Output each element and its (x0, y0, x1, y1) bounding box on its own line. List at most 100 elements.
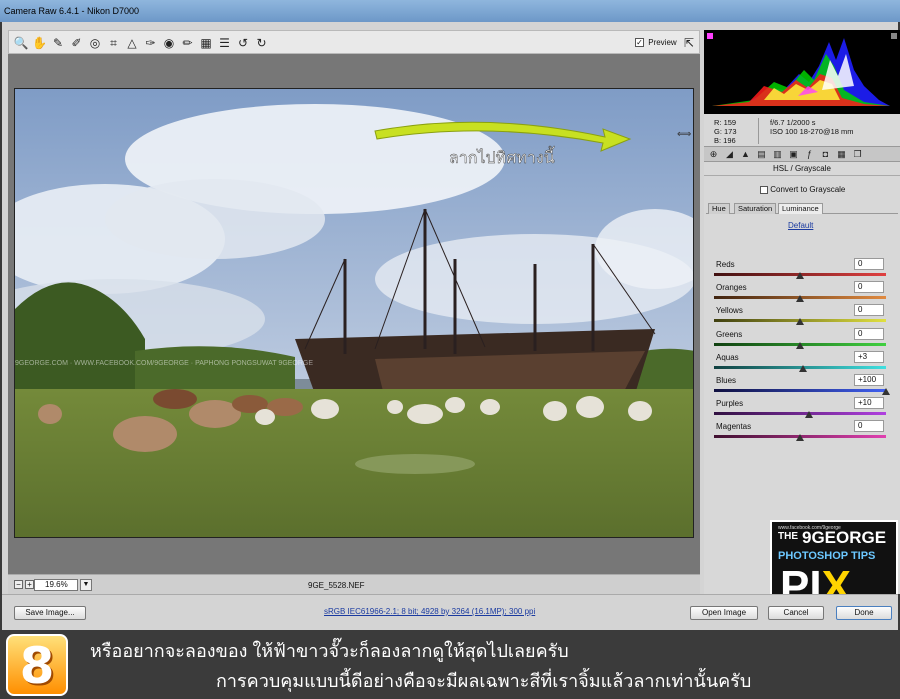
snapshots-tab-icon[interactable]: ❐ (852, 149, 863, 160)
rotate-left-icon[interactable]: ↺ (235, 35, 251, 51)
slider-value-field[interactable]: +3 (854, 350, 884, 363)
slider-yellows: Yellows 0 (714, 304, 890, 329)
slider-blues: Blues +100 (714, 374, 890, 399)
slider-thumb[interactable] (798, 364, 807, 372)
lens-corrections-tab-icon[interactable]: ▣ (788, 149, 799, 160)
preferences-icon[interactable]: ☰ (217, 35, 233, 51)
targeted-adjustment-tool-icon[interactable]: ◎ (87, 35, 103, 51)
red-eye-tool-icon[interactable]: ◉ (161, 35, 177, 51)
logo-name: 9GEORGE (802, 528, 887, 547)
blue-value: B: 196 (714, 136, 736, 145)
file-name: 9GE_5528.NEF (308, 581, 365, 590)
slider-track[interactable] (714, 412, 886, 416)
highlight-clipping-icon (891, 33, 897, 39)
preview-check[interactable]: ✓ (635, 38, 644, 48)
slider-value-field[interactable]: 0 (854, 258, 884, 270)
detail-tab-icon[interactable]: ▲ (740, 149, 751, 160)
white-balance-tool-icon[interactable]: ✎ (50, 35, 66, 51)
slider-label: Blues (716, 376, 737, 385)
info-divider (758, 118, 759, 144)
slider-value-field[interactable]: 0 (854, 327, 884, 340)
zoom-dropdown-icon[interactable]: ▼ (80, 579, 92, 591)
window-title-bar: Camera Raw 6.4.1 - Nikon D7000 (0, 0, 900, 22)
slider-value-field[interactable]: 0 (854, 420, 884, 433)
rotate-right-icon[interactable]: ↻ (254, 35, 270, 51)
step-number: 8 (19, 637, 55, 695)
slider-value-field[interactable]: +10 (854, 397, 884, 410)
window-title: Camera Raw 6.4.1 - Nikon D7000 (4, 6, 140, 16)
hand-tool-icon[interactable]: ✋ (32, 35, 48, 51)
adjustment-brush-icon[interactable]: ✏ (180, 35, 196, 51)
convert-grayscale-checkbox[interactable]: Convert to Grayscale (760, 185, 845, 194)
convert-grayscale-check[interactable] (760, 185, 768, 194)
tab-hue[interactable]: Hue (708, 203, 730, 214)
zoom-level-field[interactable]: 19.6% (34, 579, 78, 591)
graduated-filter-icon[interactable]: ▦ (198, 35, 214, 51)
slider-label: Yellows (716, 306, 743, 316)
slider-thumb[interactable] (796, 434, 804, 442)
slider-thumb[interactable] (804, 411, 813, 419)
slider-label: Magentas (716, 422, 752, 432)
crop-tool-icon[interactable]: ⌗ (106, 35, 122, 51)
cancel-button[interactable]: Cancel (768, 606, 824, 620)
toggle-fullscreen-icon[interactable]: ⇱ (681, 35, 697, 51)
open-image-button[interactable]: Open Image (690, 606, 758, 620)
panel-title: HSL / Grayscale (704, 162, 900, 176)
photo-preview[interactable]: ลากไปทิศทางนี้ ⟺ 9GEORGE.COM · WWW.FACEB… (14, 88, 694, 538)
basic-tab-icon[interactable]: ⊕ (708, 149, 719, 160)
banner-line-1: หรืออยากจะลองของ ให้ฟ้าขาวจั๊วะก็ลองลากด… (90, 641, 569, 661)
slider-thumb[interactable] (796, 295, 804, 303)
slider-reds: Reds 0 (714, 258, 890, 283)
zoom-out-button[interactable]: − (14, 580, 23, 589)
default-link[interactable]: Default (788, 221, 813, 230)
slider-value-field[interactable]: 0 (854, 281, 884, 294)
slider-label: Purples (716, 399, 744, 409)
zoom-tool-icon[interactable]: 🔍 (13, 35, 29, 51)
preview-label: Preview (648, 38, 677, 48)
slider-greens: Greens 0 (714, 327, 890, 353)
iso-lens: ISO 100 18-270@18 mm (770, 127, 854, 136)
rgb-readout: R: 159 G: 173 B: 196 (714, 118, 737, 145)
slider-track[interactable] (714, 389, 886, 392)
slider-magentas: Magentas 0 (714, 420, 890, 445)
tab-saturation[interactable]: Saturation (734, 203, 777, 214)
camera-raw-dialog: ✓ Preview ⇱ 🔍✋✎✐◎⌗△✑◉✏▦☰↺↻ (2, 22, 900, 630)
slider-value-field[interactable]: +100 (854, 374, 884, 386)
viewer-footer: − + 19.6% ▼ 9GE_5528.NEF (8, 574, 700, 594)
preview-checkbox[interactable]: ✓ Preview (635, 38, 677, 48)
tone-curve-tab-icon[interactable]: ◢ (724, 149, 735, 160)
bottom-bar: Save Image... sRGB IEC61966-2.1; 8 bit; … (2, 594, 898, 630)
tutorial-banner: 8 หรืออยากจะลองของ ให้ฟ้าขาวจั๊วะก็ลองลา… (0, 630, 900, 699)
slider-value-field[interactable]: 0 (854, 304, 884, 317)
done-button[interactable]: Done (836, 606, 892, 620)
resize-cursor-icon: ⟺ (677, 129, 691, 140)
right-panel: R: 159 G: 173 B: 196 f/6.7 1/2000 s ISO … (704, 30, 900, 594)
annotation-text: ลากไปทิศทางนี้ (449, 146, 555, 167)
slider-label: Oranges (716, 283, 747, 293)
logo-the: THE (778, 531, 798, 542)
zoom-in-button[interactable]: + (25, 580, 34, 589)
histogram (704, 30, 900, 114)
histogram-graph (707, 33, 897, 106)
color-sampler-tool-icon[interactable]: ✐ (69, 35, 85, 51)
camera-calibration-tab-icon[interactable]: ◘ (820, 149, 831, 160)
workflow-options-link[interactable]: sRGB IEC61966-2.1; 8 bit; 4928 by 3264 (… (324, 607, 535, 616)
save-image-button[interactable]: Save Image... (14, 606, 86, 620)
hsl-tab-icon[interactable]: ▤ (756, 149, 767, 160)
slider-thumb[interactable] (796, 341, 804, 349)
slider-thumb[interactable] (796, 318, 804, 326)
camera-info: R: 159 G: 173 B: 196 f/6.7 1/2000 s ISO … (704, 114, 900, 146)
spot-removal-tool-icon[interactable]: ✑ (143, 35, 159, 51)
split-toning-tab-icon[interactable]: ▥ (772, 149, 783, 160)
straighten-tool-icon[interactable]: △ (124, 35, 140, 51)
aperture-shutter: f/6.7 1/2000 s (770, 118, 816, 127)
tab-luminance[interactable]: Luminance (778, 203, 823, 214)
exposure-info: f/6.7 1/2000 s ISO 100 18-270@18 mm (770, 118, 854, 136)
photo-scene: ลากไปทิศทางนี้ ⟺ 9GEORGE.COM · WWW.FACEB… (15, 89, 693, 537)
effects-tab-icon[interactable]: ƒ (804, 149, 815, 160)
presets-tab-icon[interactable]: ▦ (836, 149, 847, 160)
red-value: R: 159 (714, 118, 737, 127)
slider-thumb[interactable] (796, 272, 804, 279)
convert-grayscale-label: Convert to Grayscale (770, 185, 846, 194)
slider-thumb[interactable] (882, 388, 890, 395)
